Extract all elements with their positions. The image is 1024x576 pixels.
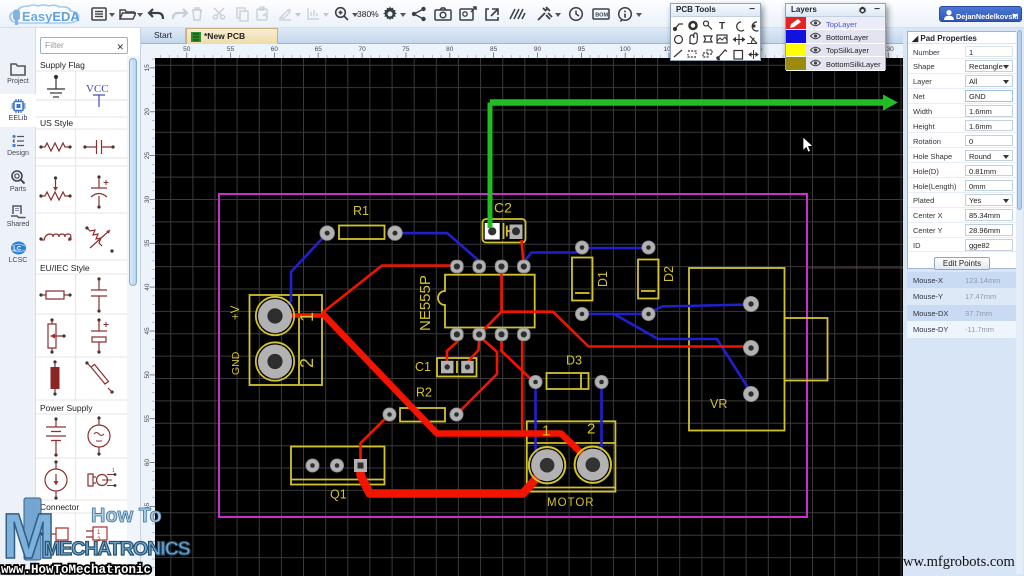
svg-text:100: 100: [620, 46, 631, 53]
svg-text:Supply Flag: Supply Flag: [40, 60, 85, 70]
svg-text:60: 60: [271, 46, 279, 53]
svg-text:80: 80: [446, 46, 454, 53]
svg-text:1: 1: [112, 468, 115, 474]
svg-text:MOTOR: MOTOR: [547, 497, 595, 509]
svg-text:2: 2: [587, 421, 595, 438]
svg-text:C2: C2: [494, 200, 512, 216]
svg-text:65: 65: [315, 46, 323, 53]
svg-text:T: T: [719, 21, 725, 32]
svg-text:C1: C1: [415, 360, 431, 374]
svg-text:1: 1: [97, 530, 101, 536]
svg-text:75: 75: [402, 46, 410, 53]
svg-text:70: 70: [358, 46, 366, 53]
svg-text:EasyEDA: EasyEDA: [22, 9, 80, 24]
svg-text:1: 1: [542, 423, 550, 440]
svg-text:BOM: BOM: [595, 13, 608, 19]
svg-text:1: 1: [297, 312, 317, 322]
svg-text:Power Supply: Power Supply: [40, 403, 93, 413]
svg-text:EU/IEC Style: EU/IEC Style: [40, 263, 90, 273]
svg-text:LC: LC: [13, 247, 22, 253]
svg-text:NE555P: NE555P: [417, 275, 434, 331]
svg-text:R1: R1: [353, 204, 369, 218]
svg-text:GND: GND: [230, 351, 242, 375]
svg-text:2: 2: [297, 358, 317, 368]
svg-text:+V: +V: [230, 305, 242, 320]
svg-text:55: 55: [227, 46, 235, 53]
svg-text:Q1: Q1: [330, 488, 347, 502]
svg-text:D2: D2: [662, 266, 676, 282]
svg-text:50: 50: [183, 46, 191, 53]
svg-text:85: 85: [490, 46, 498, 53]
svg-text:D1: D1: [596, 271, 610, 287]
svg-text:Connector: Connector: [40, 502, 79, 512]
svg-text:VR: VR: [710, 397, 727, 411]
svg-text:D3: D3: [566, 354, 582, 368]
svg-text:90: 90: [534, 46, 542, 53]
svg-text:US Style: US Style: [40, 118, 73, 128]
svg-text:R2: R2: [416, 386, 432, 400]
svg-text:95: 95: [578, 46, 586, 53]
svg-text:VCC: VCC: [86, 83, 109, 95]
